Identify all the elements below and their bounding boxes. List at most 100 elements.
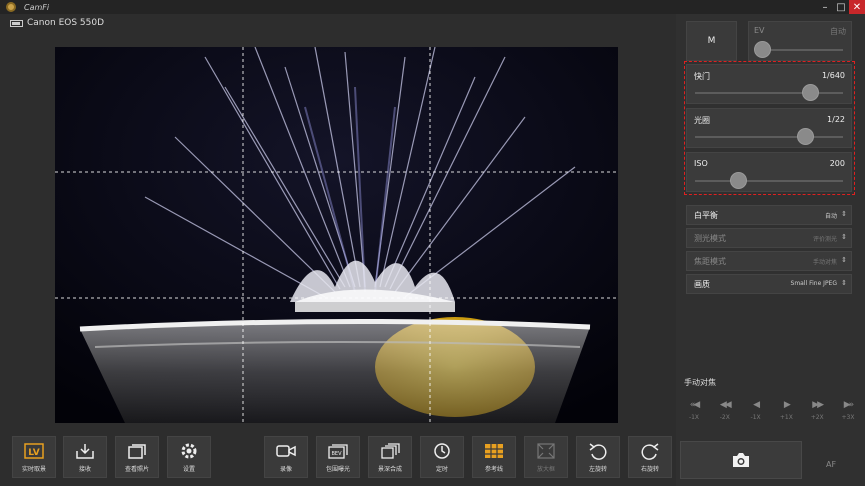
zoom-frame-icon <box>535 442 557 460</box>
ev-label: EV <box>754 26 765 35</box>
bracketing-button[interactable]: BEV 包围曝光 <box>316 436 360 478</box>
grid-icon <box>483 442 505 460</box>
left-icon: ◀ <box>753 400 760 410</box>
svg-text:BEV: BEV <box>331 451 342 457</box>
timer-icon <box>431 442 453 460</box>
window-controls: – □ ✕ <box>817 0 865 14</box>
live-view-button[interactable]: LV 实时取景 <box>12 436 56 478</box>
manual-focus-title: 手动对焦 <box>684 378 716 387</box>
image-quality-value: Small Fine JPEG <box>790 280 837 287</box>
bottom-toolbar: LV 实时取景 接收 查看照片 设置 录像 BEV 包围曝光 景深合成 定时 参… <box>0 430 676 486</box>
battery-icon <box>10 19 23 27</box>
focus-step-label: +3X <box>841 414 855 421</box>
title-bar: CamFi – □ ✕ <box>0 0 865 14</box>
af-button[interactable]: AF <box>826 460 836 469</box>
view-photos-button[interactable]: 查看照片 <box>115 436 159 478</box>
shooting-mode-button[interactable]: M <box>686 21 737 61</box>
shutter-value: 1/640 <box>821 71 845 80</box>
toolbar-button-label: 实时取景 <box>21 466 46 473</box>
rewind-icon: «◀ <box>689 400 701 410</box>
live-view-icon: LV <box>23 442 45 460</box>
toolbar-button-label: 景深合成 <box>377 466 402 473</box>
rotate-right-icon <box>639 442 661 460</box>
camfi-window: CamFi – □ ✕ Canon EOS 550D M EV 自动 快门 1/… <box>0 0 865 486</box>
image-quality-select[interactable]: 画质 Small Fine JPEG ⇕ <box>686 274 852 294</box>
ev-slider-knob[interactable] <box>754 41 772 58</box>
focus-step-label: +2X <box>810 414 824 421</box>
iso-slider[interactable]: ISO 200 <box>686 152 852 192</box>
right-icon: ▶ <box>783 400 791 410</box>
fast-forward-icon: ▶» <box>843 400 855 410</box>
gear-icon <box>178 442 200 460</box>
focus-mode-label: 焦距模式 <box>694 257 726 266</box>
focus-mode-select[interactable]: 焦距模式 手动对焦 ⇕ <box>686 251 852 271</box>
toolbar-button-label: 放大框 <box>536 466 555 473</box>
focus-far-3x-button[interactable]: ▶» +3X <box>836 400 860 421</box>
aperture-slider-track[interactable] <box>695 136 843 138</box>
double-right-icon: ▶▶ <box>812 400 824 410</box>
settings-button[interactable]: 设置 <box>167 436 211 478</box>
chevron-updown-icon: ⇕ <box>841 279 847 287</box>
zoom-frame-button[interactable]: 放大框 <box>524 436 568 478</box>
rotate-left-button[interactable]: 左旋转 <box>576 436 620 478</box>
focus-step-label: +1X <box>779 414 793 421</box>
aperture-slider[interactable]: 光圈 1/22 <box>686 108 852 148</box>
focus-near-3x-button[interactable]: «◀ -1X <box>682 400 706 421</box>
focus-far-1x-button[interactable]: ▶ +1X <box>774 400 798 421</box>
shutter-slider-knob[interactable] <box>802 84 820 101</box>
focus-stacking-button[interactable]: 景深合成 <box>368 436 412 478</box>
focus-mode-value: 手动对焦 <box>812 259 837 266</box>
focus-step-label: -2X <box>719 414 730 421</box>
toolbar-button-label: 左旋转 <box>588 466 607 473</box>
toolbar-button-label: 录像 <box>279 466 292 473</box>
rotate-left-icon <box>587 442 609 460</box>
iso-slider-track[interactable] <box>695 180 843 182</box>
white-balance-label: 白平衡 <box>694 211 718 220</box>
focus-step-label: -1X <box>750 414 761 421</box>
ev-value: 自动 <box>830 27 846 36</box>
rotate-right-button[interactable]: 右旋转 <box>628 436 672 478</box>
image-quality-label: 画质 <box>694 280 710 289</box>
gallery-icon <box>126 442 148 460</box>
focus-stack-icon <box>379 442 401 460</box>
toolbar-button-label: 查看照片 <box>124 466 149 473</box>
close-button[interactable]: ✕ <box>849 0 865 14</box>
double-left-icon: ◀◀ <box>719 400 732 410</box>
chevron-updown-icon: ⇕ <box>841 210 847 218</box>
toolbar-button-label: 参考线 <box>484 466 503 473</box>
record-video-button[interactable]: 录像 <box>264 436 308 478</box>
ev-control[interactable]: EV 自动 <box>748 21 852 61</box>
maximize-button[interactable]: □ <box>833 0 849 14</box>
focus-near-1x-button[interactable]: ◀ -1X <box>744 400 768 421</box>
live-view-preview[interactable] <box>55 47 618 423</box>
toolbar-button-label: 接收 <box>78 466 91 473</box>
iso-slider-knob[interactable] <box>729 172 747 189</box>
metering-mode-select[interactable]: 测光模式 评价测光 ⇕ <box>686 228 852 248</box>
camera-settings-panel: M EV 自动 快门 1/640 光圈 1/22 ISO 200 白平衡 自动 … <box>676 14 865 486</box>
aperture-label: 光圈 <box>694 116 710 125</box>
shutter-label: 快门 <box>694 72 710 81</box>
aperture-slider-knob[interactable] <box>796 128 814 145</box>
toolbar-button-label: 设置 <box>182 466 195 473</box>
svg-text:LV: LV <box>28 448 39 458</box>
download-icon <box>74 442 96 460</box>
toolbar-button-label: 包围曝光 <box>325 466 350 473</box>
app-title: CamFi <box>24 2 50 12</box>
chevron-updown-icon: ⇕ <box>841 233 847 241</box>
capture-button[interactable] <box>680 441 802 479</box>
shutter-slider[interactable]: 快门 1/640 <box>686 64 852 104</box>
minimize-button[interactable]: – <box>817 0 833 14</box>
grid-lines-button[interactable]: 参考线 <box>472 436 516 478</box>
focus-step-label: -1X <box>688 414 700 421</box>
camera-name: Canon EOS 550D <box>27 18 105 28</box>
chevron-updown-icon: ⇕ <box>841 256 847 264</box>
focus-near-2x-button[interactable]: ◀◀ -2X <box>713 400 737 421</box>
timer-button[interactable]: 定时 <box>420 436 464 478</box>
toolbar-button-label: 右旋转 <box>640 466 659 473</box>
white-balance-select[interactable]: 白平衡 自动 ⇕ <box>686 205 852 225</box>
shutter-slider-track[interactable] <box>695 92 843 94</box>
camfi-logo-icon <box>6 2 16 12</box>
metering-mode-value: 评价测光 <box>812 236 837 243</box>
focus-far-2x-button[interactable]: ▶▶ +2X <box>805 400 829 421</box>
receive-button[interactable]: 接收 <box>63 436 107 478</box>
